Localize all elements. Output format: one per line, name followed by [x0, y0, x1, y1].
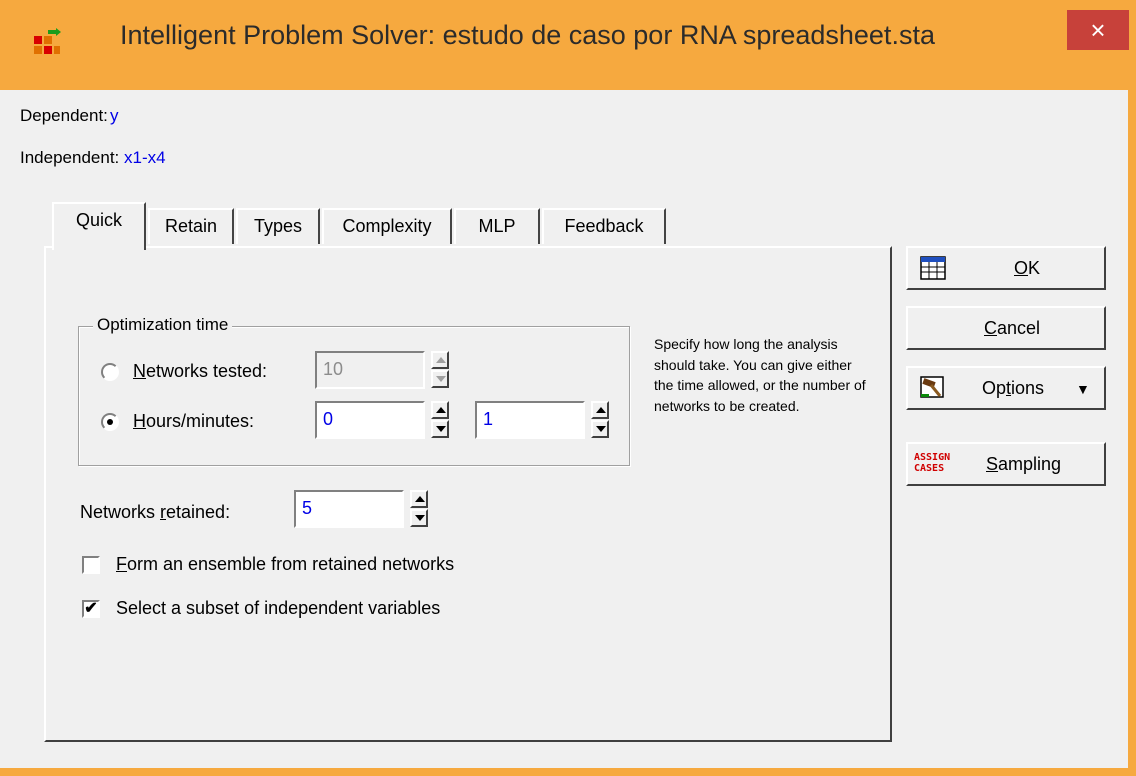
tab-types[interactable]: Types: [236, 208, 320, 244]
window-title: Intelligent Problem Solver: estudo de ca…: [120, 20, 935, 50]
hours-minutes-radio[interactable]: [101, 413, 119, 431]
spin-down-icon[interactable]: [431, 370, 449, 388]
tab-feedback[interactable]: Feedback: [542, 208, 666, 244]
spin-up-icon[interactable]: [591, 401, 609, 419]
spin-up-icon[interactable]: [410, 490, 428, 508]
spin-up-icon[interactable]: [431, 401, 449, 419]
networks-tested-label[interactable]: Networks tested:: [133, 361, 267, 382]
tab-feedback-label: Feedback: [564, 216, 644, 236]
spin-up-icon[interactable]: [431, 351, 449, 369]
networks-retained-spinner[interactable]: [410, 490, 428, 528]
dialog-client-area: Dependent: y Independent: x1-x4 Quick Re…: [0, 90, 1120, 768]
minutes-field[interactable]: 1: [475, 401, 585, 439]
minutes-spinner[interactable]: [591, 401, 609, 439]
dependent-label: Dependent:: [20, 106, 108, 125]
optimization-time-title: Optimization time: [93, 315, 233, 335]
independent-value[interactable]: x1-x4: [124, 148, 166, 168]
tab-complexity[interactable]: Complexity: [322, 208, 452, 244]
hours-spinner[interactable]: [431, 401, 449, 439]
assign-text: ASSIGN: [914, 452, 951, 463]
optimization-time-group: Optimization time Networks tested: 10 Ho…: [78, 315, 630, 466]
hours-minutes-label[interactable]: Hours/minutes:: [133, 411, 254, 432]
dependent-value[interactable]: y: [110, 106, 119, 126]
options-label: Options: [982, 378, 1045, 398]
cancel-button[interactable]: Cancel: [906, 306, 1106, 350]
spin-down-icon[interactable]: [591, 420, 609, 438]
ok-button[interactable]: OK: [906, 246, 1106, 290]
ensemble-checkbox[interactable]: [82, 556, 100, 574]
tab-mlp[interactable]: MLP: [454, 208, 540, 244]
tab-mlp-label: MLP: [478, 216, 516, 236]
independent-label: Independent:: [20, 148, 120, 167]
help-text: Specify how long the analysis should tak…: [654, 336, 866, 414]
cancel-label: Cancel: [984, 318, 1041, 338]
assign-cases-icon: ASSIGN CASES: [914, 452, 954, 474]
check-mark-icon: ✔: [84, 600, 98, 617]
networks-retained-label: Networks retained:: [80, 502, 231, 522]
tab-quick[interactable]: Quick: [52, 202, 146, 250]
tab-complexity-label: Complexity: [342, 216, 432, 236]
tab-quick-label: Quick: [75, 210, 122, 230]
subset-checkbox[interactable]: ✔: [82, 600, 100, 618]
networks-tested-field[interactable]: 10: [315, 351, 425, 389]
close-button[interactable]: ×: [1067, 10, 1129, 50]
networks-tested-radio[interactable]: [101, 363, 119, 381]
cases-text: CASES: [914, 463, 945, 474]
spin-down-icon[interactable]: [431, 420, 449, 438]
spreadsheet-icon: [920, 256, 946, 280]
tab-types-label: Types: [253, 216, 303, 236]
networks-retained-field[interactable]: 5: [294, 490, 404, 528]
spin-down-icon[interactable]: [410, 509, 428, 527]
sampling-label: Sampling: [986, 454, 1062, 474]
quick-tab-panel: Optimization time Networks tested: 10 Ho…: [44, 246, 892, 742]
tab-retain-label: Retain: [164, 216, 218, 236]
hours-field[interactable]: 0: [315, 401, 425, 439]
tab-retain[interactable]: Retain: [148, 208, 234, 244]
subset-label[interactable]: Select a subset of independent variables: [116, 598, 440, 619]
dropdown-arrow-icon: ▼: [1076, 381, 1090, 397]
hammer-icon: [920, 376, 944, 398]
title-bar[interactable]: Intelligent Problem Solver: estudo de ca…: [0, 0, 1136, 90]
options-button[interactable]: Options ▼: [906, 366, 1106, 410]
networks-tested-spinner[interactable]: [431, 351, 449, 389]
ok-label: OK: [1014, 258, 1041, 278]
ensemble-label[interactable]: Form an ensemble from retained networks: [116, 554, 454, 575]
statistica-app-icon: [34, 28, 61, 54]
sampling-button[interactable]: ASSIGN CASES Sampling: [906, 442, 1106, 486]
